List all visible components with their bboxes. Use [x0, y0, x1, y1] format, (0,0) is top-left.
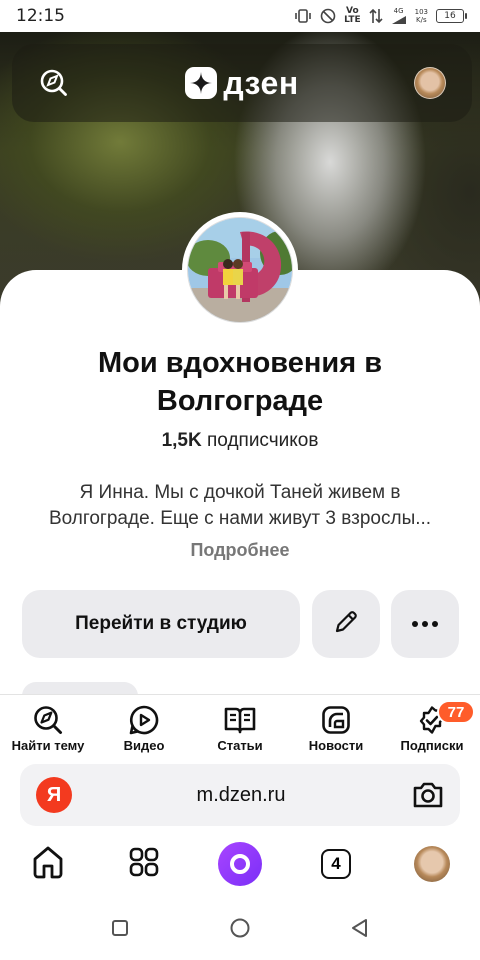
go-to-studio-button[interactable]: Перейти в студию	[22, 590, 300, 658]
speed-bottom: K/s	[416, 16, 427, 24]
back-triangle-icon	[350, 918, 370, 943]
more-options-button[interactable]	[391, 590, 459, 658]
tabs-button[interactable]: 4	[288, 849, 384, 879]
dzen-channel-page: 12:15 Vo LTE 4G 103 K/s 16 дзен Мои вдох…	[0, 0, 480, 960]
home-system-button[interactable]	[180, 917, 300, 944]
do-not-disturb-icon	[320, 8, 336, 24]
profile-avatar[interactable]	[414, 67, 446, 99]
battery-icon: 16	[436, 9, 467, 23]
edit-button[interactable]	[312, 590, 380, 658]
volte-bottom: LTE	[344, 15, 361, 25]
nav-news[interactable]: Новости	[288, 695, 384, 758]
tabs-count-icon: 4	[321, 849, 351, 879]
back-button[interactable]	[300, 918, 420, 943]
speed-top: 103	[414, 8, 428, 16]
nav-articles[interactable]: Статьи	[192, 695, 288, 758]
camera-search-icon[interactable]	[410, 777, 446, 813]
status-icons: Vo LTE 4G 103 K/s 16	[294, 7, 467, 25]
nav-label: Новости	[308, 738, 364, 753]
alice-icon	[218, 842, 262, 886]
channel-title: Мои вдохновения в Волгограде	[97, 347, 383, 417]
dzen-logo[interactable]: дзен	[185, 65, 298, 102]
yandex-logo-icon[interactable]: Я	[36, 777, 72, 813]
explore-icon	[31, 703, 65, 737]
book-icon	[223, 703, 257, 737]
gen-label: 4G	[393, 7, 404, 15]
more-details-link[interactable]: Подробнее	[140, 540, 340, 561]
circle-icon	[229, 917, 251, 944]
nav-label: Подписки	[400, 738, 464, 753]
status-time: 12:15	[16, 6, 65, 26]
browser-address-bar[interactable]: Я m.dzen.ru	[20, 764, 460, 826]
signal-arrows-icon	[369, 8, 383, 24]
nav-label: Видео	[123, 738, 165, 753]
description-line-2: Волгограде. Еще с нами живут 3 взрослы..…	[48, 508, 432, 529]
nav-subscriptions[interactable]: 77 Подписки	[384, 695, 480, 758]
status-bar: 12:15 Vo LTE 4G 103 K/s 16	[0, 0, 480, 32]
nav-label: Статьи	[217, 738, 263, 753]
services-button[interactable]	[96, 846, 192, 883]
browser-nav: 4	[0, 836, 480, 892]
subscribers-count: 1,5K	[161, 430, 202, 451]
system-nav-bar	[0, 900, 480, 960]
nav-find-topic[interactable]: Найти тему	[0, 695, 96, 758]
vibrate-icon	[294, 9, 312, 23]
subscribers-label: подписчиков	[207, 430, 319, 451]
battery-level: 16	[444, 11, 456, 21]
more-dots-icon	[411, 615, 439, 633]
volte-icon: Vo LTE	[344, 7, 361, 25]
url-text[interactable]: m.dzen.ru	[72, 784, 410, 807]
square-icon	[111, 919, 129, 942]
channel-avatar[interactable]	[182, 212, 298, 328]
bottom-nav: Найти тему Видео Статьи Новости 77 Подпи…	[0, 694, 480, 758]
recents-button[interactable]	[60, 919, 180, 942]
avatar	[414, 846, 450, 882]
dzen-logo-mark-icon	[185, 67, 218, 99]
net-speed: 103 K/s	[415, 8, 428, 24]
channel-avatar-image	[187, 217, 293, 323]
home-icon	[30, 844, 66, 885]
signal-4g-icon: 4G	[391, 7, 407, 25]
home-button[interactable]	[0, 844, 96, 885]
description-line-1: Я Инна. Мы с дочкой Таней живем в	[79, 482, 401, 503]
browser-profile-button[interactable]	[384, 846, 480, 882]
channel-description: Я Инна. Мы с дочкой Таней живем в Волгог…	[24, 480, 456, 532]
nav-label: Найти тему	[11, 738, 85, 753]
top-bar: дзен	[12, 44, 472, 122]
video-play-icon	[127, 703, 161, 737]
alice-button[interactable]	[192, 842, 288, 886]
news-icon	[319, 703, 353, 737]
explore-icon[interactable]	[38, 67, 70, 99]
subscribers: 1,5K подписчиков	[40, 430, 440, 452]
dzen-logo-text: дзен	[223, 64, 299, 101]
subscriptions-badge: 77	[437, 700, 475, 724]
pencil-icon	[332, 608, 360, 641]
grid-icon	[128, 846, 160, 883]
nav-video[interactable]: Видео	[96, 695, 192, 758]
